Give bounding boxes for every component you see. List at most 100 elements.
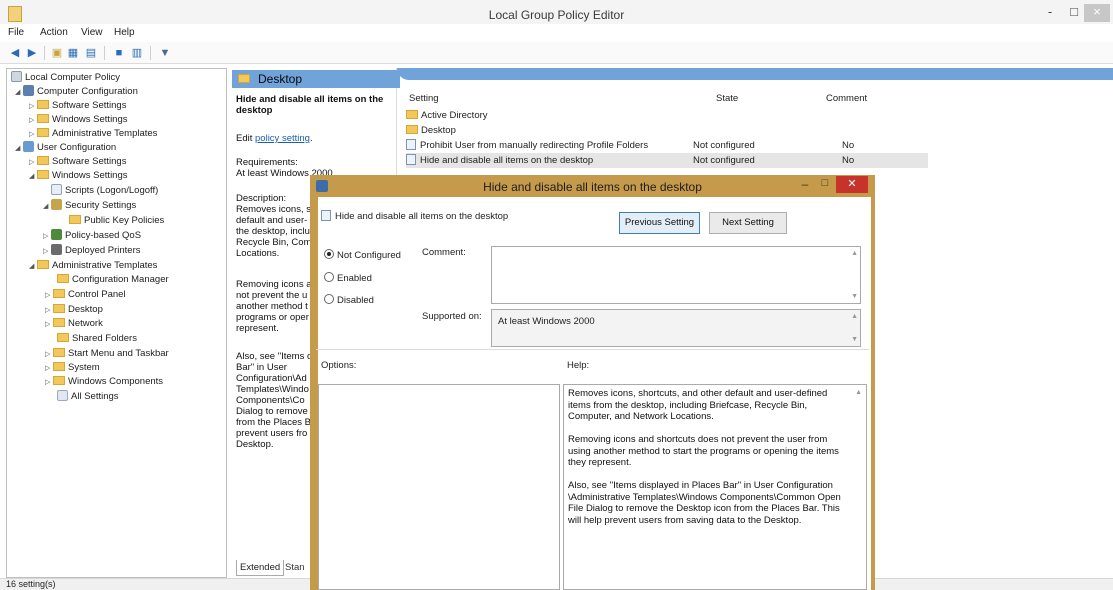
collapsed-arrow-icon[interactable]: ▷ (29, 100, 37, 114)
scroll-up-icon[interactable]: ▲ (851, 250, 858, 257)
desc-header-title: Desktop (258, 72, 303, 86)
tree-item-deployed-printers[interactable]: ▷ Deployed Printers (43, 244, 141, 258)
dialog-minimize-button[interactable]: – (796, 177, 814, 193)
tab-standard[interactable]: Stan (282, 560, 308, 575)
minimize-button[interactable]: - (1040, 4, 1060, 22)
dialog-close-button[interactable]: ✕ (836, 176, 868, 193)
policy-setting-icon (406, 139, 416, 150)
menu-action[interactable]: Action (40, 27, 68, 38)
collapsed-arrow-icon[interactable]: ▷ (29, 128, 37, 142)
comment-textarea[interactable]: ▲ ▼ (491, 246, 861, 304)
filter-icon[interactable]: ▼ (158, 46, 172, 60)
radio-not-configured[interactable]: Not Configured (324, 249, 401, 261)
folder-icon (53, 289, 65, 298)
tree-item-policy-based-qos[interactable]: ▷ Policy-based QoS (43, 229, 141, 243)
column-setting[interactable]: Setting (409, 93, 439, 104)
collapsed-arrow-icon[interactable]: ▷ (45, 304, 53, 318)
folder-icon (37, 156, 49, 165)
desc-description-label: Description: (236, 193, 287, 204)
radio-disabled[interactable]: Disabled (324, 294, 374, 306)
column-comment[interactable]: Comment (826, 93, 867, 104)
folder-icon (53, 348, 65, 357)
tree-item-local-computer-policy[interactable]: Local Computer Policy (11, 71, 120, 85)
tree-item-scripts[interactable]: Scripts (Logon/Logoff) (51, 184, 158, 198)
tree-item-network[interactable]: ▷ Network (45, 317, 103, 331)
expanded-arrow-icon[interactable]: ◢ (29, 260, 37, 274)
collapsed-arrow-icon[interactable]: ▷ (45, 376, 53, 390)
tree-item-start-menu-taskbar[interactable]: ▷ Start Menu and Taskbar (45, 347, 169, 361)
scroll-up-icon[interactable]: ▲ (851, 313, 858, 320)
back-arrow-icon[interactable]: ◀ (8, 46, 22, 60)
collapsed-arrow-icon[interactable]: ▷ (43, 230, 51, 244)
expanded-arrow-icon[interactable]: ◢ (43, 200, 51, 214)
options-panel (318, 384, 560, 590)
dialog-setting-row: Hide and disable all items on the deskto… (321, 210, 508, 222)
tree-item-public-key-policies[interactable]: Public Key Policies (69, 214, 164, 228)
list-item[interactable]: Prohibit User from manually redirecting … (406, 138, 928, 153)
status-count: 16 setting(s) (6, 579, 56, 589)
column-state[interactable]: State (716, 93, 738, 104)
tree-item-computer-configuration[interactable]: ◢ Computer Configuration (15, 85, 138, 99)
help-icon[interactable]: ■ (112, 46, 126, 60)
desc-requirements-label: Requirements: (236, 157, 298, 168)
dialog-divider (316, 349, 869, 350)
tab-extended[interactable]: Extended (236, 560, 285, 576)
policy-setting-icon (406, 154, 416, 165)
supported-on-value: At least Windows 2000 (498, 316, 595, 327)
menu-help[interactable]: Help (114, 27, 135, 38)
close-button[interactable]: × (1084, 4, 1110, 22)
tree-item-windows-components[interactable]: ▷ Windows Components (45, 375, 163, 389)
tree-item-system[interactable]: ▷ System (45, 361, 100, 375)
collapsed-arrow-icon[interactable]: ▷ (45, 289, 53, 303)
collapsed-arrow-icon[interactable]: ▷ (29, 156, 37, 170)
collapsed-arrow-icon[interactable]: ▷ (45, 362, 53, 376)
dialog-maximize-button[interactable]: □ (816, 177, 834, 193)
options-label: Options: (321, 360, 357, 371)
tree-item-windows-settings[interactable]: ▷ Windows Settings (29, 113, 128, 127)
tree-item-software-settings[interactable]: ▷ Software Settings (29, 99, 126, 113)
collapsed-arrow-icon[interactable]: ▷ (45, 318, 53, 332)
next-setting-button[interactable]: Next Setting (709, 212, 787, 234)
expanded-arrow-icon[interactable]: ◢ (15, 142, 23, 156)
forward-arrow-icon[interactable]: ▶ (25, 46, 39, 60)
scroll-down-icon[interactable]: ▼ (851, 293, 858, 300)
toolbar-separator (150, 46, 151, 60)
menu-view[interactable]: View (81, 27, 103, 38)
radio-enabled[interactable]: Enabled (324, 272, 372, 284)
collapsed-arrow-icon[interactable]: ▷ (43, 245, 51, 259)
properties-icon[interactable]: ▥ (130, 46, 144, 60)
tree-item-desktop[interactable]: ▷ Desktop (45, 303, 103, 317)
list-item[interactable]: Desktop (406, 123, 928, 138)
previous-setting-button[interactable]: Previous Setting (619, 212, 700, 234)
folder-icon (53, 362, 65, 371)
tree-item-user-configuration[interactable]: ◢ User Configuration (15, 141, 116, 155)
tree-item-configuration-manager[interactable]: Configuration Manager (57, 273, 169, 287)
list-item-selected[interactable]: Hide and disable all items on the deskto… (406, 153, 928, 168)
list-item[interactable]: Active Directory (406, 108, 928, 123)
folder-icon (57, 333, 69, 342)
tree-item-software-settings[interactable]: ▷ Software Settings (29, 155, 126, 169)
edit-policy-link[interactable]: policy setting (255, 133, 310, 144)
maximize-button[interactable]: □ (1064, 4, 1084, 22)
up-folder-icon[interactable]: ▣ (50, 46, 64, 60)
tree-item-all-settings[interactable]: All Settings (57, 390, 119, 404)
tree-item-windows-settings[interactable]: ◢ Windows Settings (29, 169, 128, 183)
tree-item-shared-folders[interactable]: Shared Folders (57, 332, 137, 346)
qos-chart-icon (51, 229, 62, 240)
tree-item-administrative-templates-user[interactable]: ◢ Administrative Templates (29, 259, 157, 273)
expanded-arrow-icon[interactable]: ◢ (15, 86, 23, 100)
folder-icon (69, 215, 81, 224)
tree-item-security-settings[interactable]: ◢ Security Settings (43, 199, 136, 213)
expanded-arrow-icon[interactable]: ◢ (29, 170, 37, 184)
show-hide-tree-icon[interactable]: ▦ (66, 46, 80, 60)
folder-icon (37, 170, 49, 179)
export-list-icon[interactable]: ▤ (84, 46, 98, 60)
scroll-down-icon[interactable]: ▼ (851, 336, 858, 343)
policy-setting-icon (321, 210, 331, 221)
collapsed-arrow-icon[interactable]: ▷ (29, 114, 37, 128)
tree-item-control-panel[interactable]: ▷ Control Panel (45, 288, 126, 302)
menu-file[interactable]: File (8, 27, 24, 38)
collapsed-arrow-icon[interactable]: ▷ (45, 348, 53, 362)
tree-item-administrative-templates[interactable]: ▷ Administrative Templates (29, 127, 157, 141)
scroll-up-icon[interactable]: ▲ (855, 389, 862, 396)
